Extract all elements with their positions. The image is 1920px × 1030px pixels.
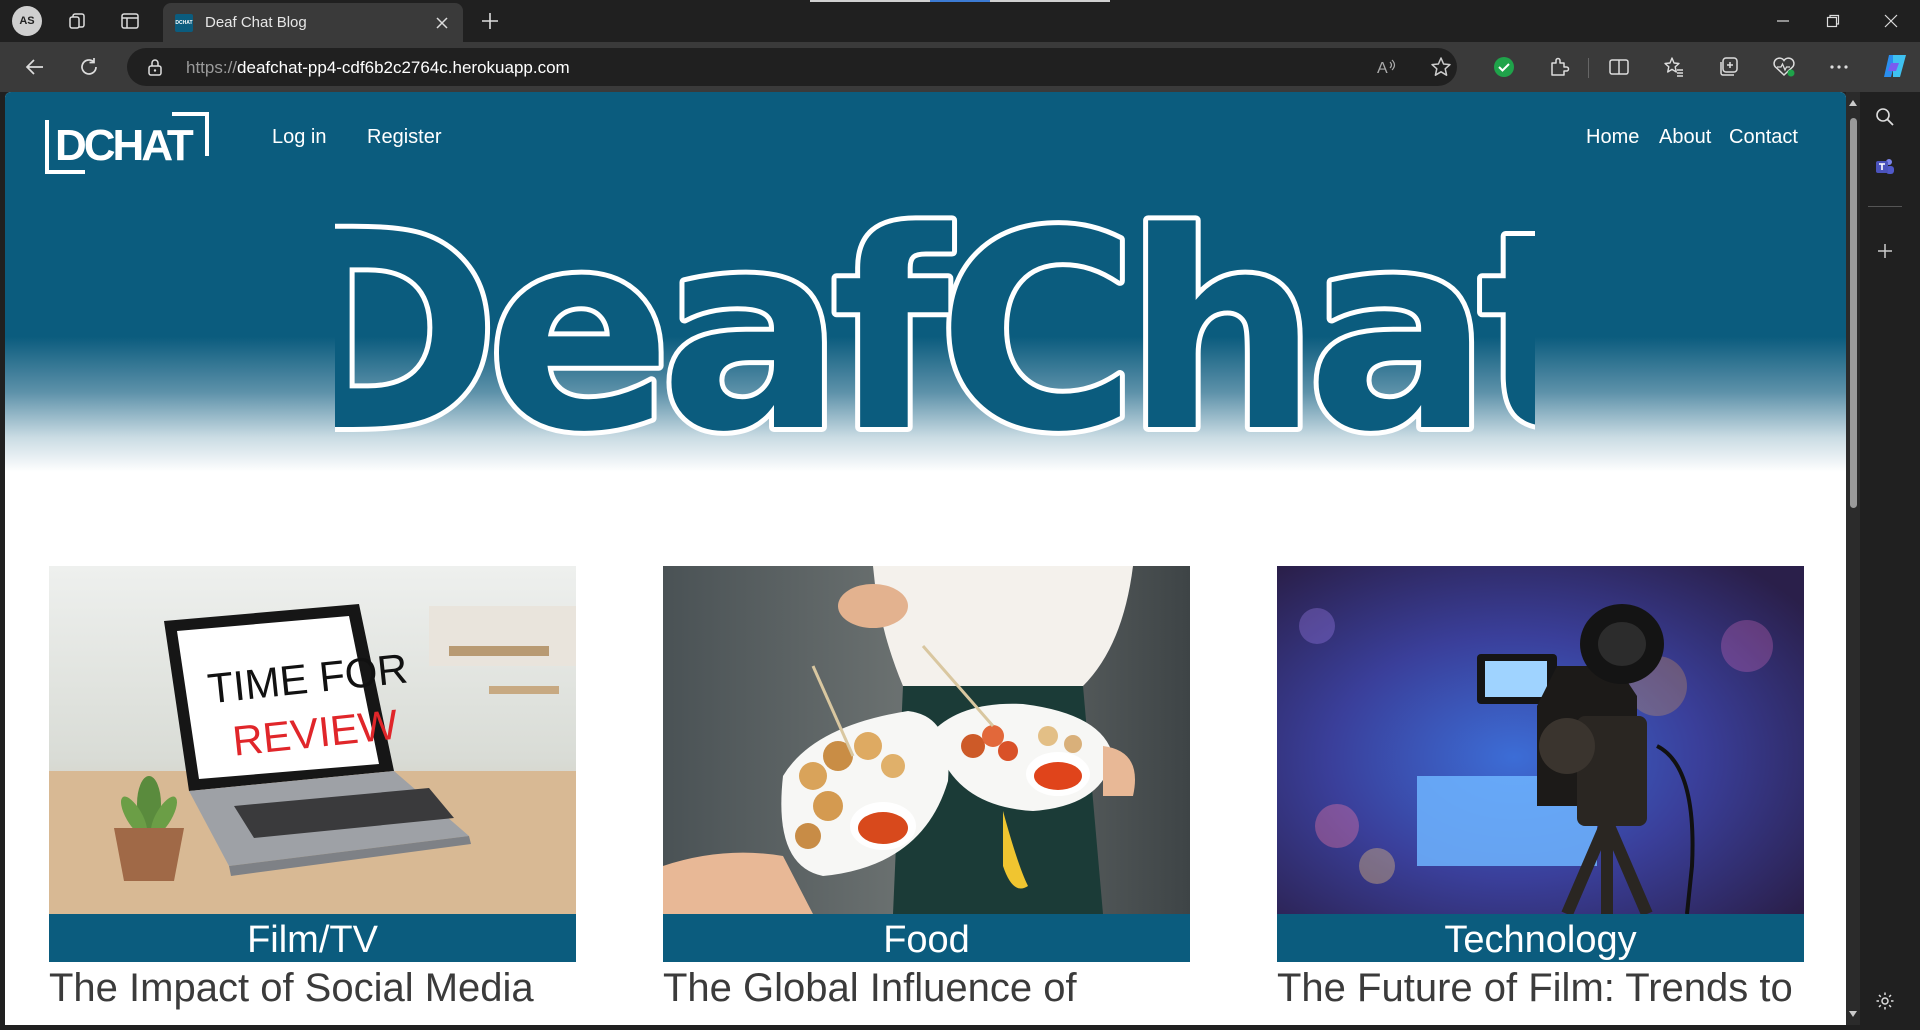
- svg-text:A: A: [1377, 60, 1388, 77]
- nav-contact-link[interactable]: Contact: [1729, 126, 1798, 149]
- minimize-icon[interactable]: [1760, 6, 1806, 36]
- vertical-tabs-icon[interactable]: [118, 9, 142, 33]
- svg-text:DeafChat: DeafChat: [335, 192, 1535, 442]
- split-screen-icon[interactable]: [1606, 54, 1632, 80]
- scroll-up-arrow-icon[interactable]: [1849, 100, 1857, 106]
- collections-icon[interactable]: [1716, 54, 1742, 80]
- url-scheme: https://: [186, 58, 238, 77]
- sidebar-search-icon[interactable]: [1872, 104, 1898, 130]
- post-image-review-laptop[interactable]: TIME FOR REVIEW: [49, 566, 576, 914]
- sidebar-settings-icon[interactable]: [1872, 988, 1898, 1014]
- nav-home-link[interactable]: Home: [1586, 126, 1639, 149]
- nav-register-link[interactable]: Register: [367, 126, 441, 149]
- extensions-icon[interactable]: [1546, 54, 1572, 80]
- sidebar-add-icon[interactable]: [1872, 238, 1898, 264]
- favorites-icon[interactable]: [1661, 54, 1687, 80]
- back-icon[interactable]: [22, 54, 48, 80]
- browser-titlebar: AS DCHAT Deaf Chat Blog: [0, 0, 1920, 42]
- post-title[interactable]: The Future of Film: Trends to: [1277, 966, 1837, 1011]
- svg-text:DCHAT: DCHAT: [55, 121, 194, 170]
- page-viewport: DCHAT Log in Register Home About Contact…: [5, 92, 1846, 1025]
- profile-avatar[interactable]: AS: [12, 6, 42, 36]
- copilot-icon[interactable]: [1880, 51, 1910, 81]
- url-text[interactable]: https://deafchat-pp4-cdf6b2c2764c.heroku…: [186, 58, 570, 78]
- read-aloud-icon[interactable]: A: [1375, 55, 1399, 79]
- page-scrollbar[interactable]: [1846, 92, 1860, 1025]
- tab-close-icon[interactable]: [431, 12, 453, 34]
- post-title[interactable]: The Global Influence of: [663, 966, 1223, 1011]
- post-category[interactable]: Film/TV: [49, 914, 576, 962]
- post-category[interactable]: Technology: [1277, 914, 1804, 962]
- lock-icon[interactable]: [147, 58, 163, 80]
- post-category[interactable]: Food: [663, 914, 1190, 962]
- workspaces-icon[interactable]: [66, 9, 90, 33]
- restore-icon[interactable]: [1810, 6, 1856, 36]
- security-check-icon[interactable]: [1491, 54, 1517, 80]
- refresh-icon[interactable]: [76, 54, 102, 80]
- tab-favicon-icon: DCHAT: [175, 14, 193, 32]
- more-menu-icon[interactable]: [1826, 54, 1852, 80]
- edge-sidebar: [1850, 92, 1920, 1030]
- site-logo[interactable]: DCHAT: [45, 110, 212, 176]
- post-title[interactable]: The Impact of Social Media: [49, 966, 609, 1011]
- scrollbar-thumb[interactable]: [1850, 118, 1857, 508]
- window-drag-indicator: [810, 0, 1110, 2]
- browser-essentials-icon[interactable]: [1771, 54, 1797, 80]
- new-tab-icon[interactable]: [478, 9, 502, 33]
- favorite-star-icon[interactable]: [1429, 55, 1453, 79]
- hero-title: DeafChat: [335, 192, 1535, 442]
- tab-title: Deaf Chat Blog: [205, 14, 307, 31]
- url-host: deafchat-pp4-cdf6b2c2764c.herokuapp.com: [237, 58, 570, 77]
- scroll-down-arrow-icon[interactable]: [1849, 1011, 1857, 1017]
- post-image-film-camera[interactable]: [1277, 566, 1804, 914]
- post-image-street-food[interactable]: [663, 566, 1190, 914]
- active-tab[interactable]: DCHAT Deaf Chat Blog: [163, 3, 463, 42]
- site-header: DCHAT Log in Register Home About Contact…: [5, 92, 1846, 472]
- browser-toolbar: https://deafchat-pp4-cdf6b2c2764c.heroku…: [0, 42, 1920, 92]
- teams-icon[interactable]: [1872, 154, 1898, 180]
- nav-login-link[interactable]: Log in: [272, 126, 327, 149]
- close-window-icon[interactable]: [1868, 6, 1914, 36]
- address-bar[interactable]: https://deafchat-pp4-cdf6b2c2764c.heroku…: [127, 48, 1457, 86]
- nav-about-link[interactable]: About: [1659, 126, 1711, 149]
